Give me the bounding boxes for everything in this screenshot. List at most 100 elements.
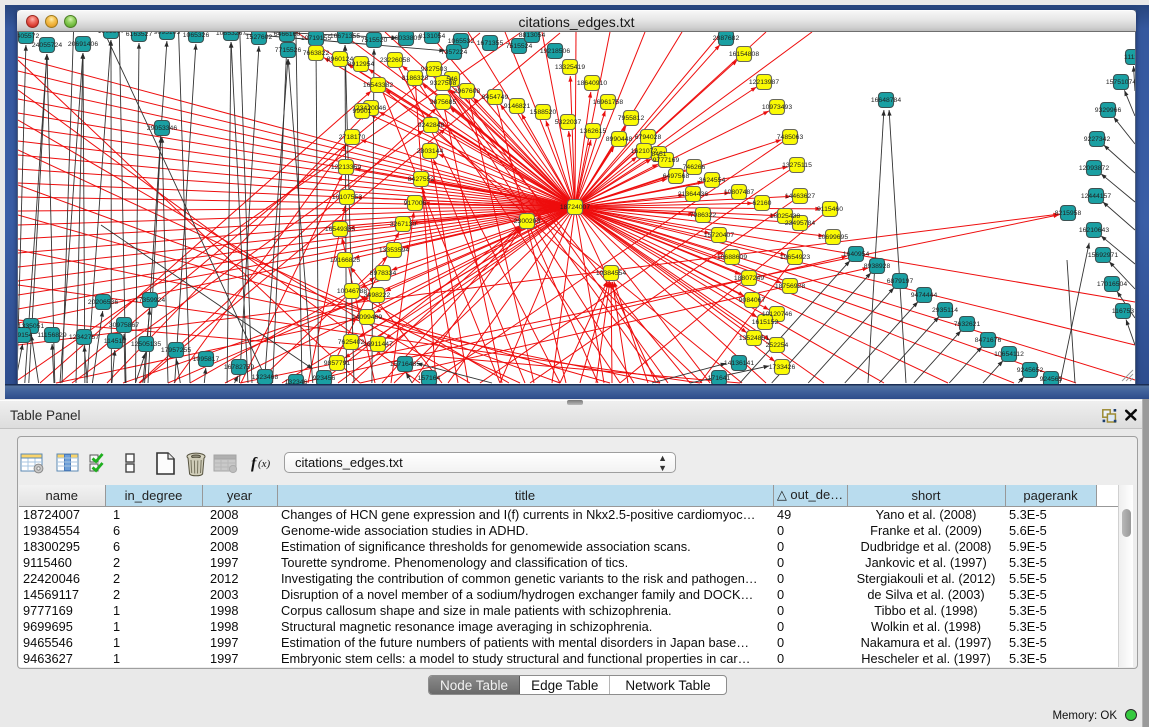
- svg-text:10699695: 10699695: [818, 234, 848, 241]
- svg-text:1335051: 1335051: [18, 323, 44, 330]
- svg-text:9474444: 9474444: [911, 292, 938, 299]
- svg-text:1405572: 1405572: [18, 33, 39, 40]
- svg-text:16210643: 16210643: [1079, 227, 1109, 234]
- svg-text:11120: 11120: [1124, 54, 1135, 61]
- svg-text:(x): (x): [258, 458, 271, 470]
- svg-text:746266: 746266: [683, 164, 706, 171]
- svg-text:3267130: 3267130: [390, 221, 417, 228]
- svg-text:16033809: 16033809: [391, 35, 421, 42]
- svg-text:923456: 923456: [313, 375, 336, 382]
- svg-text:1065532: 1065532: [448, 38, 475, 45]
- svg-text:2935114: 2935114: [932, 307, 958, 314]
- svg-text:14136141: 14136141: [724, 360, 754, 367]
- svg-text:99901: 99901: [353, 108, 372, 115]
- svg-text:16961758: 16961758: [593, 99, 623, 106]
- svg-text:18807249: 18807249: [734, 275, 764, 282]
- svg-text:9329966: 9329966: [1095, 107, 1122, 114]
- svg-text:1733426: 1733426: [769, 364, 796, 371]
- svg-text:1065326: 1065326: [183, 32, 210, 39]
- svg-text:24055724: 24055724: [32, 42, 62, 49]
- svg-text:10688609: 10688609: [717, 254, 747, 261]
- svg-text:7663822: 7663822: [303, 50, 330, 57]
- svg-text:10973493: 10973493: [762, 104, 792, 111]
- svg-text:15692971: 15692971: [1088, 252, 1118, 259]
- svg-text:9777169: 9777169: [653, 157, 680, 164]
- svg-text:7715526: 7715526: [275, 47, 302, 54]
- svg-text:10654112: 10654112: [994, 351, 1024, 358]
- svg-text:7632621: 7632621: [954, 321, 981, 328]
- svg-text:12213369: 12213369: [331, 164, 361, 171]
- svg-text:14463627: 14463627: [785, 193, 815, 200]
- svg-text:7955812: 7955812: [618, 115, 645, 122]
- svg-text:15751074: 15751074: [1106, 79, 1135, 86]
- svg-text:2300203: 2300203: [514, 218, 541, 225]
- svg-text:16911447: 16911447: [363, 341, 393, 348]
- svg-text:19384554: 19384554: [596, 270, 626, 277]
- svg-text:1527602: 1527602: [246, 34, 273, 41]
- svg-text:12213987: 12213987: [749, 79, 779, 86]
- svg-text:12342757: 12342757: [69, 334, 99, 341]
- svg-text:13353594: 13353594: [379, 247, 409, 254]
- svg-text:12505135: 12505135: [131, 341, 161, 348]
- svg-text:10653267: 10653267: [216, 32, 246, 37]
- svg-text:19654923: 19654923: [780, 254, 810, 261]
- svg-text:924565: 924565: [1040, 376, 1063, 383]
- svg-text:7515524: 7515524: [506, 43, 533, 50]
- svg-text:8912954: 8912954: [348, 61, 375, 68]
- svg-text:12444157: 12444157: [1081, 193, 1111, 200]
- svg-text:9095105: 9095105: [154, 32, 181, 36]
- svg-text:7986322: 7986322: [690, 212, 717, 219]
- svg-text:f: f: [251, 455, 258, 472]
- svg-text:8471676: 8471676: [975, 337, 1002, 344]
- svg-text:20206536: 20206536: [88, 299, 118, 306]
- svg-text:62160: 62160: [753, 200, 772, 207]
- svg-text:17016504: 17016504: [1097, 281, 1127, 288]
- svg-text:8978334: 8978334: [370, 270, 397, 277]
- svg-text:1362615: 1362615: [580, 128, 607, 135]
- svg-text:1640954: 1640954: [843, 251, 870, 258]
- svg-text:7357224: 7357224: [441, 49, 468, 56]
- svg-text:11156829: 11156829: [37, 332, 66, 339]
- svg-text:17359924: 17359924: [135, 297, 165, 304]
- svg-text:1903317: 1903317: [98, 32, 125, 35]
- svg-text:13524851: 13524851: [739, 335, 769, 342]
- svg-text:8938928: 8938928: [864, 263, 891, 270]
- svg-text:19166825: 19166825: [330, 257, 360, 264]
- svg-text:8813054: 8813054: [519, 32, 546, 39]
- svg-text:252254: 252254: [766, 342, 789, 349]
- svg-text:13275115: 13275115: [782, 162, 812, 169]
- svg-text:2803144: 2803144: [417, 148, 444, 155]
- svg-text:116753: 116753: [1112, 308, 1134, 315]
- svg-text:7515520: 7515520: [361, 37, 388, 44]
- svg-text:1323468: 1323468: [252, 374, 279, 381]
- svg-text:6163527: 6163527: [126, 32, 153, 38]
- svg-text:10120746: 10120746: [762, 311, 792, 318]
- svg-text:18724007: 18724007: [560, 204, 590, 211]
- svg-text:8131054: 8131054: [419, 33, 446, 40]
- svg-text:6497568: 6497568: [663, 173, 690, 180]
- svg-text:10107553: 10107553: [332, 194, 362, 201]
- svg-text:13325419: 13325419: [555, 64, 585, 71]
- svg-text:12093872: 12093872: [1079, 165, 1109, 172]
- svg-text:8186328: 8186328: [402, 75, 429, 82]
- svg-text:19218506: 19218506: [540, 48, 570, 55]
- svg-text:9857791: 9857791: [324, 360, 351, 367]
- svg-text:15720407: 15720407: [704, 232, 734, 239]
- svg-text:1588520: 1588520: [530, 109, 557, 116]
- svg-text:14099489: 14099489: [352, 314, 382, 321]
- svg-text:30975867: 30975867: [109, 322, 139, 329]
- svg-text:23495784: 23495784: [785, 220, 815, 227]
- svg-text:114519: 114519: [104, 338, 126, 345]
- svg-text:3624554: 3624554: [699, 177, 726, 184]
- svg-text:917006: 917006: [404, 200, 427, 207]
- svg-text:1095817: 1095817: [193, 356, 220, 363]
- svg-text:2967608: 2967608: [454, 88, 481, 95]
- svg-text:6466160: 6466160: [274, 32, 301, 38]
- svg-text:9327508: 9327508: [430, 80, 457, 87]
- svg-text:5322037: 5322037: [555, 119, 582, 126]
- svg-text:21364436: 21364436: [678, 191, 708, 198]
- svg-text:3875685: 3875685: [430, 99, 457, 106]
- svg-text:10046788: 10046788: [337, 288, 367, 295]
- svg-text:1671355: 1671355: [477, 40, 504, 47]
- svg-text:16154808: 16154808: [729, 51, 759, 58]
